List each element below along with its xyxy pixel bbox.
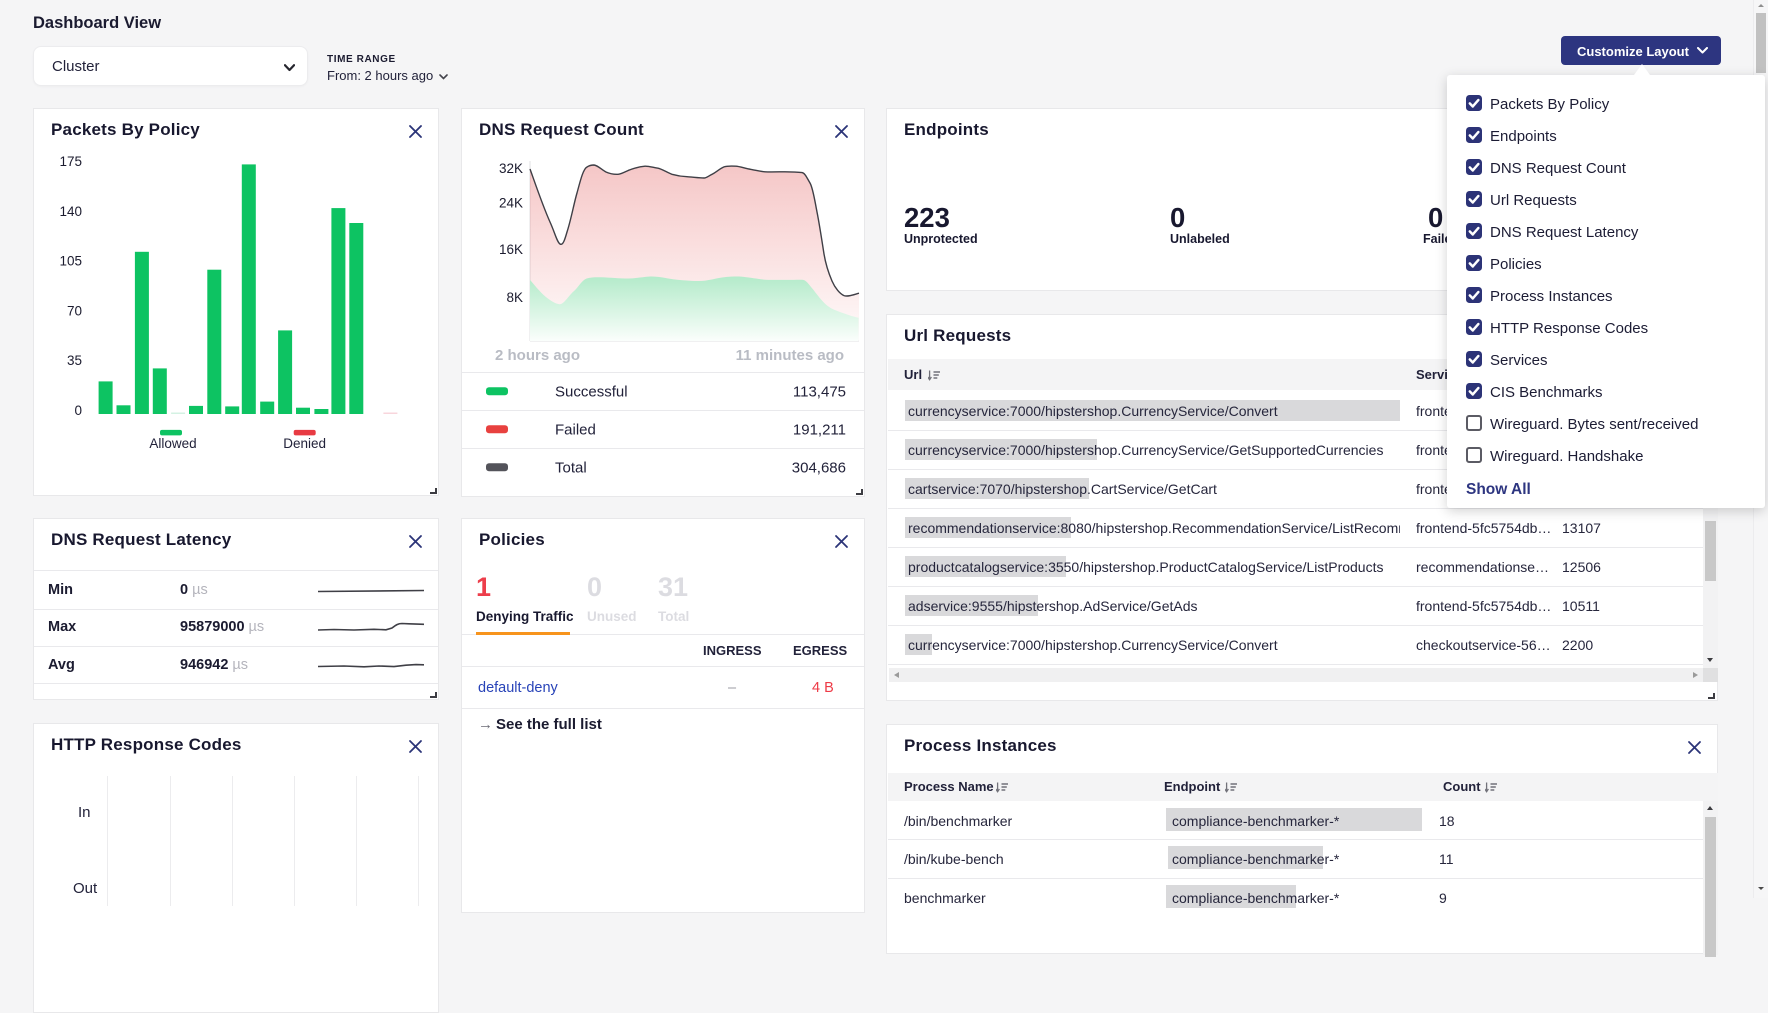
svg-text:113,475: 113,475: [793, 383, 846, 400]
svg-text:140: 140: [59, 204, 82, 219]
svg-text:175: 175: [59, 154, 82, 169]
svg-text:304,686: 304,686: [792, 459, 846, 476]
svg-text:Failed: Failed: [555, 421, 596, 438]
svg-text:70: 70: [67, 303, 82, 318]
svg-text:2 hours ago: 2 hours ago: [495, 347, 580, 364]
svg-text:35: 35: [67, 353, 82, 368]
svg-text:191,211: 191,211: [793, 421, 846, 438]
svg-text:105: 105: [59, 254, 82, 269]
svg-text:Denied: Denied: [283, 436, 326, 451]
svg-text:11 minutes ago: 11 minutes ago: [736, 347, 844, 364]
svg-text:16K: 16K: [499, 242, 523, 257]
svg-text:8K: 8K: [506, 290, 523, 305]
svg-text:Allowed: Allowed: [149, 436, 196, 451]
svg-text:32K: 32K: [499, 161, 523, 176]
svg-text:Total: Total: [555, 459, 587, 476]
svg-text:24K: 24K: [499, 196, 523, 211]
svg-text:Successful: Successful: [555, 383, 628, 400]
svg-text:0: 0: [74, 403, 82, 418]
